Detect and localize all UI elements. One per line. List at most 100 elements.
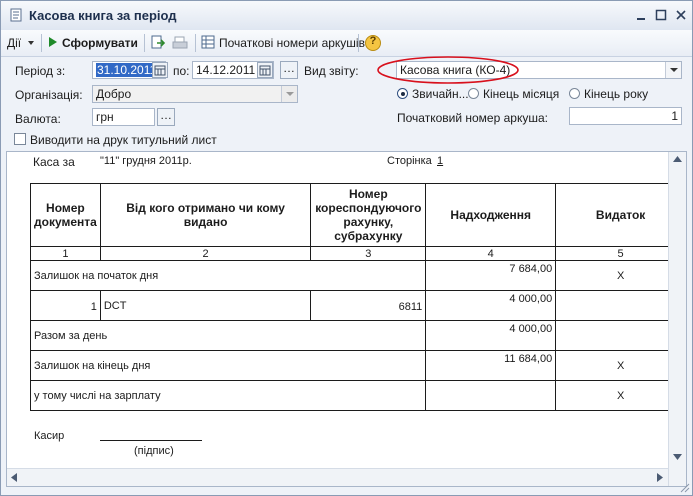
column-header: Номер кореспондуючого рахунку, субрахунк… xyxy=(310,183,427,247)
toolbar: Дії Сформувати Початкові номери аркушів … xyxy=(1,30,692,57)
toolbar-separator xyxy=(195,34,196,52)
sheet-numbers-button[interactable]: Початкові номери аркушів xyxy=(201,34,365,52)
row-income: 4 000,00 xyxy=(425,320,557,351)
scroll-up-icon[interactable] xyxy=(673,156,682,162)
chevron-down-icon xyxy=(670,68,678,72)
column-header: Номер документа xyxy=(30,183,101,247)
document-icon xyxy=(10,8,22,22)
minimize-button[interactable] xyxy=(634,8,648,22)
ellipsis-icon: … xyxy=(283,61,295,75)
title-bar: Касова книга за період xyxy=(1,1,692,31)
chevron-down-icon xyxy=(286,92,294,96)
report-preview[interactable]: Каса за "11" грудня 2011р. Сторінка 1 Но… xyxy=(6,151,687,487)
mode-option-year-end[interactable]: Кінець року xyxy=(584,87,648,101)
maximize-icon xyxy=(655,9,667,21)
mode-option-normal[interactable]: Звичайн... xyxy=(412,87,469,101)
toolbar-separator xyxy=(144,34,145,52)
maximize-button[interactable] xyxy=(654,8,668,22)
column-number-row: 1 2 3 4 5 xyxy=(30,246,686,261)
row-party: Разом за день xyxy=(29,320,427,351)
calendar-icon xyxy=(259,65,271,76)
table-row: Залишок на початок дня 7 684,00 X xyxy=(29,260,686,291)
organization-dropdown-button[interactable] xyxy=(281,86,297,102)
report-date: "11" грудня 2011р. xyxy=(100,155,192,167)
calendar-icon xyxy=(154,65,166,76)
table-row: 1 DCT 6811 4 000,00 xyxy=(30,290,686,321)
start-sheet-label: Початковий номер аркуша: xyxy=(397,111,548,125)
currency-label: Валюта: xyxy=(15,112,61,126)
period-from-calendar-button[interactable] xyxy=(152,62,168,78)
generate-button[interactable]: Сформувати xyxy=(48,34,138,52)
print-button[interactable] xyxy=(172,35,188,51)
column-number: 2 xyxy=(99,246,312,261)
radio-dot xyxy=(400,91,405,96)
generate-label: Сформувати xyxy=(62,36,138,50)
window-title: Касова книга за період xyxy=(29,8,177,23)
period-from-value: 31.10.2011 xyxy=(96,63,158,77)
column-header: Видаток xyxy=(555,183,686,247)
export-document-icon xyxy=(151,35,166,49)
close-button[interactable] xyxy=(674,8,688,22)
signature-caption: (підпис) xyxy=(134,445,174,457)
resize-grip-icon[interactable] xyxy=(678,481,690,493)
row-expense: X xyxy=(555,260,686,291)
currency-field[interactable]: грн xyxy=(92,108,155,126)
row-account: 6811 xyxy=(310,290,427,321)
table-header-row: Номер документа Від кого отримано чи ком… xyxy=(30,183,686,247)
row-income: 4 000,00 xyxy=(425,290,557,321)
sheet-numbers-label: Початкові номери аркушів xyxy=(219,36,365,50)
row-expense xyxy=(555,290,686,321)
column-number: 4 xyxy=(425,246,557,261)
mode-radio-year-end[interactable] xyxy=(569,88,580,99)
period-label: Період з: xyxy=(15,64,66,78)
organization-select[interactable]: Добро xyxy=(92,85,298,103)
title-sheet-checkbox[interactable] xyxy=(14,133,26,145)
toolbar-separator xyxy=(41,34,42,52)
report-type-dropdown-button[interactable] xyxy=(665,62,681,78)
help-label: ? xyxy=(369,35,377,47)
column-header: Від кого отримано чи кому видано xyxy=(99,183,312,247)
row-expense: X xyxy=(555,350,686,381)
cashier-label: Касир xyxy=(34,430,65,442)
row-income xyxy=(425,380,557,411)
mode-radio-month-end[interactable] xyxy=(468,88,479,99)
table-row: у тому числі на зарплату X xyxy=(29,380,686,411)
scroll-down-icon[interactable] xyxy=(673,454,682,460)
highlight-ellipse xyxy=(377,56,519,84)
row-doc: 1 xyxy=(30,290,101,321)
mode-option-month-end[interactable]: Кінець місяця xyxy=(483,87,559,101)
period-to-label: по: xyxy=(173,64,190,78)
scroll-right-icon[interactable] xyxy=(657,473,663,482)
mode-radio-normal[interactable] xyxy=(397,88,408,99)
table-row: Разом за день 4 000,00 xyxy=(29,320,686,351)
report-type-label: Вид звіту: xyxy=(304,64,359,78)
help-button[interactable]: ? xyxy=(364,34,382,52)
period-select-button[interactable]: … xyxy=(280,61,298,79)
report-heading: Каса за xyxy=(33,155,75,169)
toolbar-separator xyxy=(358,34,359,52)
cash-book-table: Номер документа Від кого отримано чи ком… xyxy=(29,183,686,411)
actions-label: Дії xyxy=(7,36,22,50)
export-button[interactable] xyxy=(150,35,166,51)
row-income: 7 684,00 xyxy=(425,260,557,291)
page-number: 1 xyxy=(437,155,444,167)
print-icon xyxy=(172,36,188,49)
actions-menu[interactable]: Дії xyxy=(7,34,35,52)
row-expense xyxy=(555,320,686,351)
currency-select-button[interactable]: … xyxy=(157,108,175,126)
minimize-icon xyxy=(637,18,645,20)
page-label: Сторінка xyxy=(387,155,432,167)
title-sheet-label[interactable]: Виводити на друк титульний лист xyxy=(30,133,217,147)
signature-line xyxy=(100,440,202,441)
row-party: Залишок на кінець дня xyxy=(29,350,427,381)
play-icon xyxy=(49,37,57,47)
table-icon xyxy=(201,35,215,49)
vertical-scrollbar[interactable] xyxy=(668,152,686,486)
start-sheet-field[interactable]: 1 xyxy=(569,107,682,125)
period-to-calendar-button[interactable] xyxy=(257,62,273,78)
scroll-left-icon[interactable] xyxy=(11,473,17,482)
horizontal-scrollbar[interactable] xyxy=(7,468,668,486)
row-party: DCT xyxy=(99,290,312,321)
report-window: Касова книга за період Дії Сформувати По xyxy=(0,0,693,496)
column-header: Надходження xyxy=(425,183,557,247)
